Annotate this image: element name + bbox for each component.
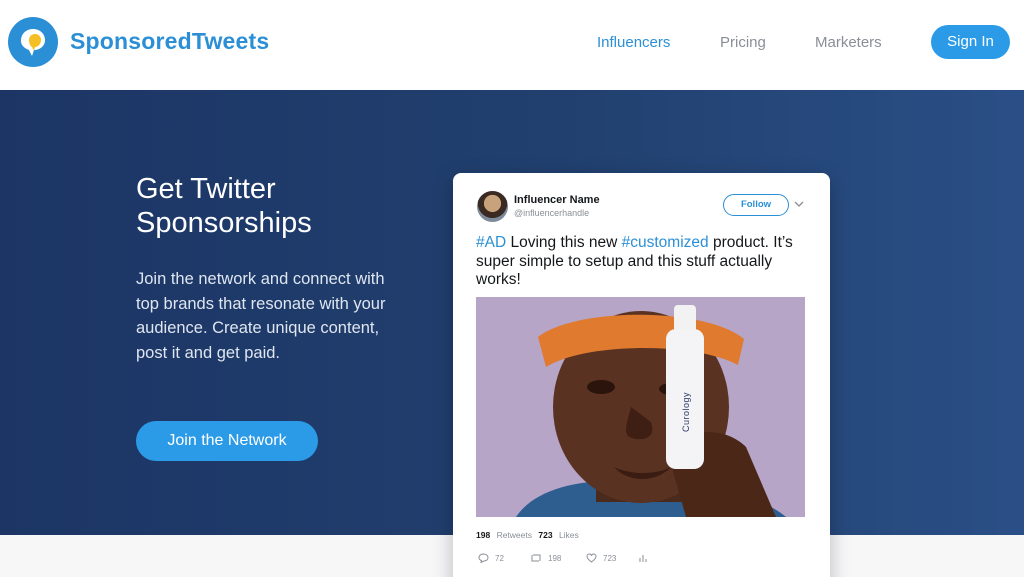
avatar[interactable]	[477, 191, 508, 222]
follow-button[interactable]: Follow	[723, 194, 789, 216]
likes-label: Likes	[558, 530, 579, 540]
reply-count: 72	[495, 553, 504, 563]
influencer-name[interactable]: Influencer Name	[514, 194, 600, 206]
like-action[interactable]: 723	[586, 553, 616, 563]
nav-marketers[interactable]: Marketers	[815, 34, 882, 51]
retweets-count: 198	[476, 530, 491, 540]
nav-pricing[interactable]: Pricing	[720, 34, 766, 51]
analytics-action[interactable]	[639, 553, 653, 563]
join-network-button[interactable]: Join the Network	[136, 421, 318, 461]
tweet-card: Influencer Name @influencerhandle Follow…	[453, 173, 830, 577]
hero-description: Join the network and connect with top br…	[136, 270, 386, 362]
hashtag-ad[interactable]: #AD	[476, 234, 506, 251]
retweet-icon	[531, 554, 541, 562]
brand-name[interactable]: SponsoredTweets	[70, 28, 269, 55]
sign-in-button[interactable]: Sign In	[931, 25, 1010, 59]
site-header: SponsoredTweets Influencers Pricing Mark…	[0, 0, 1024, 90]
tweet-text-mid: Loving this new	[506, 234, 622, 251]
chevron-down-icon[interactable]	[794, 200, 804, 208]
logo-bubble-icon[interactable]	[8, 17, 58, 67]
reply-icon	[478, 553, 489, 563]
hashtag-customized[interactable]: #customized	[622, 234, 709, 251]
like-count: 723	[603, 553, 617, 563]
tweet-photo[interactable]: Curology	[476, 297, 805, 517]
retweet-count: 198	[548, 553, 562, 563]
reply-action[interactable]: 72	[478, 553, 504, 563]
analytics-icon	[639, 555, 647, 562]
heart-icon	[586, 553, 597, 563]
hero-title: Get Twitter Sponsorships	[136, 173, 312, 239]
influencer-handle[interactable]: @influencerhandle	[514, 208, 589, 218]
tweet-stats: 198 Retweets 723 Likes	[476, 530, 583, 540]
likes-count: 723	[538, 530, 553, 540]
nav-influencers[interactable]: Influencers	[597, 34, 670, 51]
product-label: Curology	[681, 392, 691, 432]
tweet-text: #AD Loving this new #customized product.…	[476, 234, 811, 290]
retweet-action[interactable]: 198	[530, 553, 561, 563]
retweets-label: Retweets	[496, 530, 532, 540]
